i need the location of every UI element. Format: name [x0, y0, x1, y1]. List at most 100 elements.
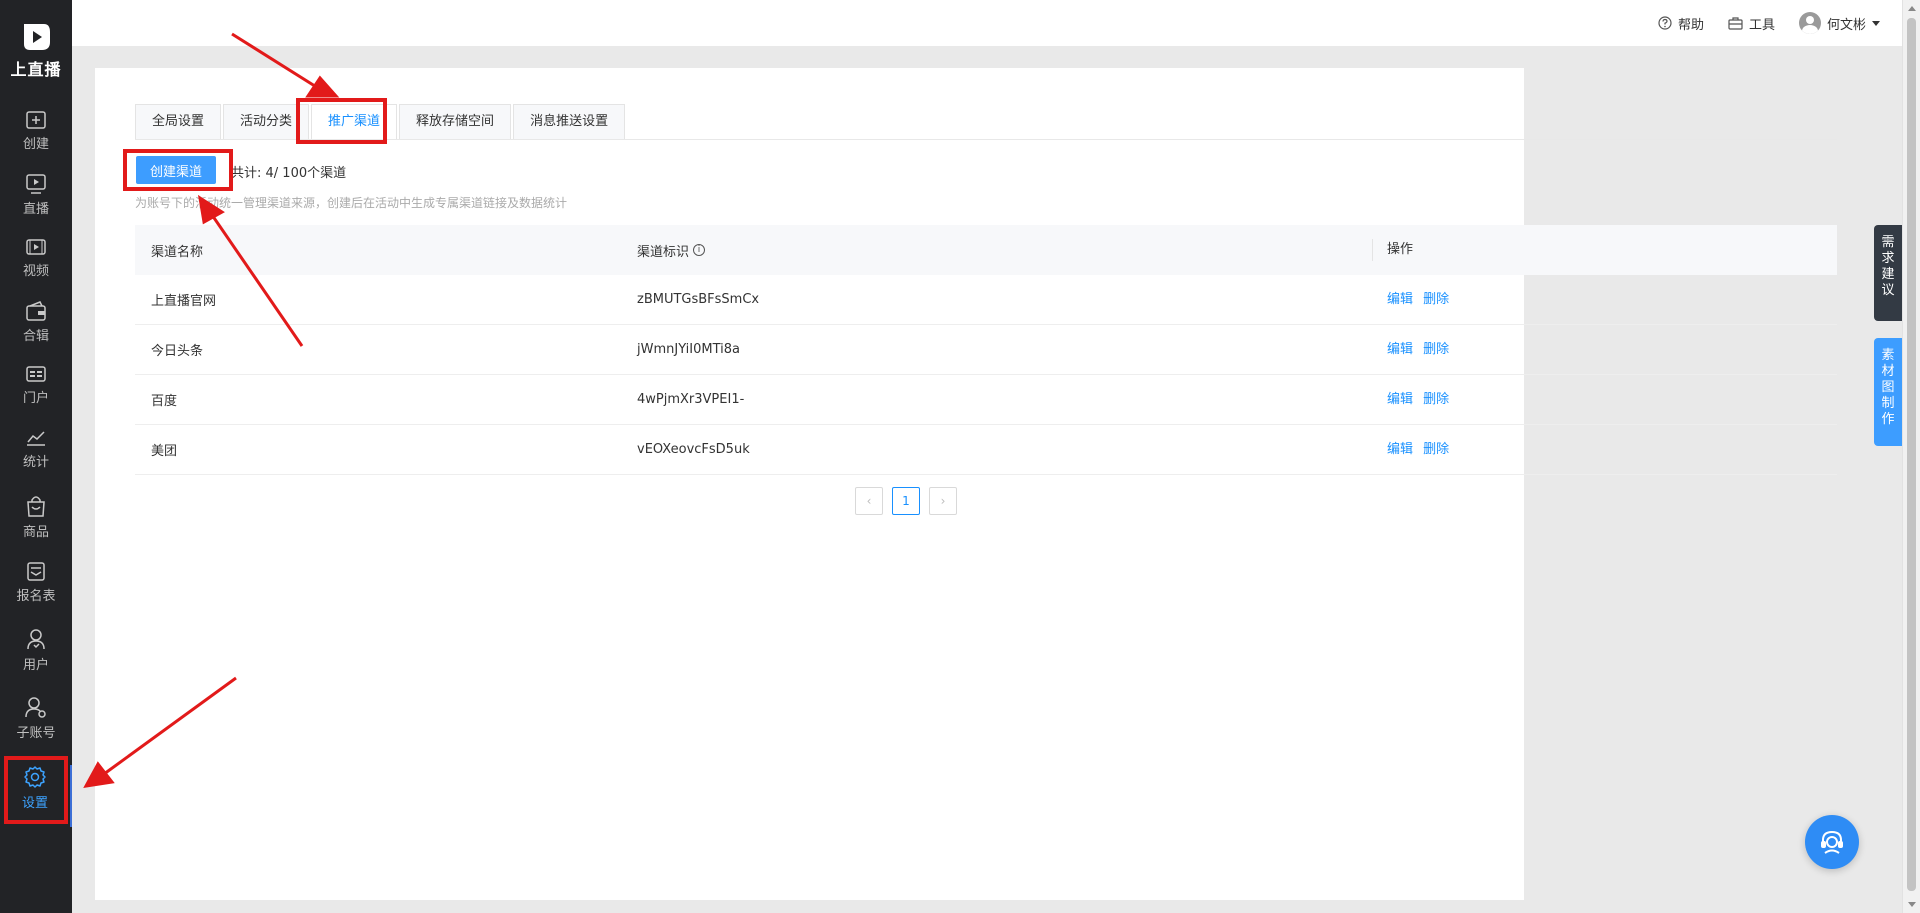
user-menu[interactable]: 何文彬: [1798, 12, 1880, 34]
sidebar-item-stats[interactable]: 统计: [0, 428, 72, 490]
row-actions: 编辑 删除: [1372, 439, 1455, 461]
suggestion-char: 需: [1881, 235, 1895, 250]
channel-table: 渠道名称 渠道标识 i 操作 上直播官网 zBMUTGsBFsSmCx 编辑 删…: [135, 225, 1837, 475]
delete-link[interactable]: 删除: [1423, 292, 1449, 307]
sidebar-item-label: 创建: [22, 137, 49, 152]
pagination: ‹ 1 ›: [855, 487, 957, 515]
sidebar-item-create[interactable]: 创建: [0, 110, 72, 172]
table-row: 上直播官网 zBMUTGsBFsSmCx 编辑 删除: [135, 275, 1837, 325]
live-play-icon: [26, 174, 46, 194]
edit-link[interactable]: 编辑: [1387, 342, 1413, 357]
customer-service-button[interactable]: [1805, 815, 1859, 869]
material-maker-tab[interactable]: 素 材 图 制 作: [1874, 338, 1902, 446]
sidebar-item-portal[interactable]: 门户: [0, 364, 72, 426]
sub-account-icon: [25, 697, 46, 718]
annotation-box-tab: [296, 98, 387, 144]
suggestion-char: 求: [1881, 251, 1895, 266]
sidebar-item-live[interactable]: 直播: [0, 173, 72, 235]
logo-text: 上直播: [10, 60, 62, 79]
sidebar-item-label: 报名表: [16, 589, 56, 604]
page-scrollbar[interactable]: [1902, 0, 1920, 913]
info-icon[interactable]: i: [693, 244, 706, 256]
column-header-actions: 操作: [1372, 239, 1413, 261]
tools-label: 工具: [1748, 17, 1775, 33]
channel-name: 上直播官网: [151, 294, 217, 309]
channel-count: 共计: 4/ 100个渠道: [231, 166, 347, 181]
annotation-box-create: [123, 149, 233, 191]
channel-id: vEOXeovcFsD5uk: [637, 442, 750, 457]
page-number[interactable]: 1: [892, 487, 920, 515]
column-header-id: 渠道标识 i: [637, 241, 1372, 260]
tab-message-push[interactable]: 消息推送设置: [513, 104, 626, 140]
sidebar-item-form[interactable]: 报名表: [0, 560, 72, 622]
sidebar-item-collection[interactable]: 合辑: [0, 300, 72, 362]
scroll-up-icon[interactable]: [1908, 6, 1916, 11]
material-char: 制: [1881, 396, 1895, 411]
sidebar-item-video[interactable]: 视频: [0, 237, 72, 299]
table-row: 百度 4wPjmXr3VPEI1- 编辑 删除: [135, 375, 1837, 425]
edit-link[interactable]: 编辑: [1387, 392, 1413, 407]
row-actions: 编辑 删除: [1372, 389, 1455, 411]
row-actions: 编辑 删除: [1372, 339, 1455, 361]
channel-hint: 为账号下的活动统一管理渠道来源，创建后在活动中生成专属渠道链接及数据统计: [135, 196, 568, 210]
avatar: [1798, 12, 1821, 34]
table-header: 渠道名称 渠道标识 i 操作: [135, 225, 1837, 275]
help-label: 帮助: [1677, 17, 1704, 33]
logo-icon: [24, 24, 50, 50]
edit-link[interactable]: 编辑: [1387, 442, 1413, 457]
main-card: 全局设置 活动分类 推广渠道 释放存储空间 消息推送设置 创建渠道 共计: 4/…: [95, 68, 1837, 900]
form-icon: [27, 562, 45, 581]
sidebar-item-label: 合辑: [22, 329, 49, 344]
tab-global-settings[interactable]: 全局设置: [135, 104, 222, 140]
sidebar-item-label: 子账号: [16, 726, 56, 741]
delete-link[interactable]: 删除: [1423, 392, 1449, 407]
top-header: 帮助 工具 何文彬: [72, 0, 1902, 46]
material-char: 图: [1881, 380, 1895, 395]
sidebar-item-goods[interactable]: 商品: [0, 494, 72, 556]
plus-square-icon: [26, 111, 46, 129]
delete-link[interactable]: 删除: [1423, 442, 1449, 457]
portal-icon: [26, 366, 46, 382]
prev-page-button[interactable]: ‹: [855, 487, 883, 515]
tools-link[interactable]: 工具: [1728, 14, 1775, 33]
material-char: 素: [1881, 348, 1895, 363]
tabs-divider: [135, 139, 1837, 140]
suggestion-tab[interactable]: 需 求 建 议: [1874, 225, 1902, 321]
material-char: 作: [1881, 412, 1895, 427]
user-icon: [27, 629, 45, 650]
channel-id: zBMUTGsBFsSmCx: [637, 292, 760, 307]
scroll-thumb[interactable]: [1907, 18, 1916, 891]
headset-icon: [1821, 830, 1843, 854]
column-header-id-label: 渠道标识: [637, 244, 690, 260]
collection-icon: [26, 301, 46, 321]
annotation-box-settings: [4, 756, 68, 824]
suggestion-char: 建: [1881, 267, 1895, 282]
shopping-bag-icon: [27, 496, 45, 517]
table-row: 美团 vEOXeovcFsD5uk 编辑 删除: [135, 425, 1837, 475]
sidebar-item-users[interactable]: 用户: [0, 627, 72, 689]
suggestion-char: 议: [1881, 283, 1895, 298]
material-char: 材: [1881, 364, 1895, 379]
sidebar-item-label: 用户: [22, 658, 49, 673]
sidebar-item-label: 门户: [22, 391, 49, 406]
edit-link[interactable]: 编辑: [1387, 292, 1413, 307]
channel-id: jWmnJYiI0MTi8a: [637, 342, 741, 357]
toolbox-icon: [1728, 17, 1743, 30]
channel-name: 百度: [151, 394, 178, 409]
username: 何文彬: [1826, 17, 1866, 33]
sidebar-item-label: 商品: [22, 525, 49, 540]
scroll-down-icon[interactable]: [1908, 902, 1916, 907]
delete-link[interactable]: 删除: [1423, 342, 1449, 357]
question-circle-icon: [1658, 16, 1672, 30]
sidebar-item-label: 直播: [22, 202, 49, 217]
sidebar-item-subaccount[interactable]: 子账号: [0, 695, 72, 757]
help-link[interactable]: 帮助: [1658, 14, 1704, 33]
tab-release-storage[interactable]: 释放存储空间: [399, 104, 512, 140]
channel-name: 美团: [151, 444, 178, 459]
sidebar-item-label: 统计: [22, 455, 49, 470]
column-header-name: 渠道名称: [151, 244, 204, 260]
next-page-button[interactable]: ›: [929, 487, 957, 515]
table-row: 今日头条 jWmnJYiI0MTi8a 编辑 删除: [135, 325, 1837, 375]
caret-down-icon: [1872, 20, 1880, 26]
app-logo[interactable]: 上直播: [0, 22, 72, 80]
